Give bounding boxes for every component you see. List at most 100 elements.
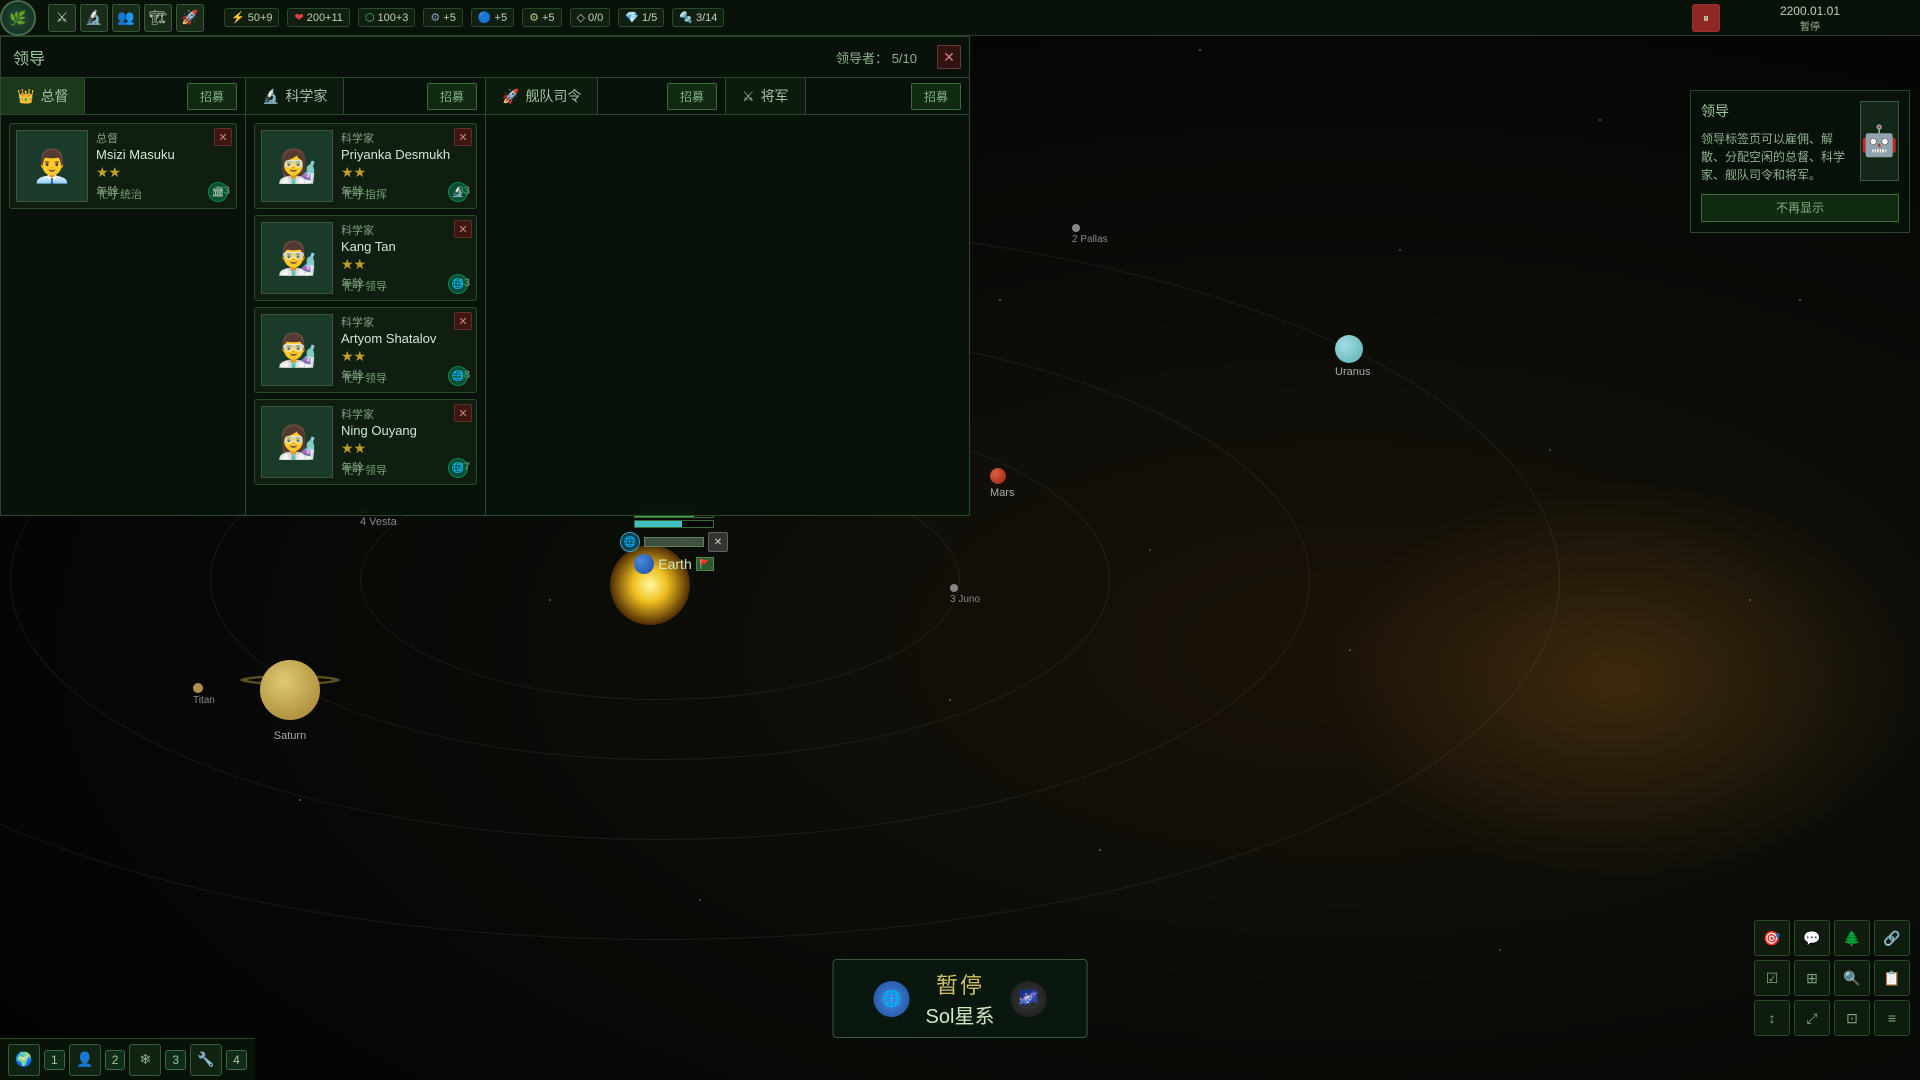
rb-icon-search[interactable]: 🔍 [1834, 960, 1870, 996]
action-icon-4[interactable]: 🏗 [144, 4, 172, 32]
pallas-area: 2 Pallas [1072, 224, 1108, 245]
scientist-close-3[interactable]: ✕ [454, 404, 472, 422]
scientist-section: 👩‍🔬 科学家 Priyanka Desmukh ★★ 年龄 33 ✕ 忙于指挥… [246, 115, 486, 515]
tab-fleet[interactable]: 🚀 舰队司令 [486, 78, 598, 114]
scientist-name-2: Artyom Shatalov [341, 331, 470, 346]
fleet-tab-icon: 🚀 [502, 88, 519, 105]
rb-icon-tree[interactable]: 🌲 [1834, 920, 1870, 956]
unity-value: +5 [495, 12, 508, 24]
rb-icon-expand[interactable]: ⊡ [1834, 1000, 1870, 1036]
rb-icon-chat[interactable]: 💬 [1794, 920, 1830, 956]
leaders-panel: 领导 ✕ 领导者： 5/10 👑 总督 招募 🔬 科学家 招募 🚀 [0, 36, 970, 516]
leaders-count-value: 5/10 [892, 51, 917, 66]
governor-name-0: Msizi Masuku [96, 147, 230, 162]
earth-name[interactable]: Earth [658, 556, 691, 572]
governor-card-0[interactable]: 👨‍💼 总督 Msizi Masuku ★★ 年龄 33 ✕ 忙于统治 🏛 [9, 123, 237, 209]
rb-icon-check[interactable]: ☑ [1754, 960, 1790, 996]
rb-icon-link[interactable]: 🔗 [1874, 920, 1910, 956]
scientist-status-row-1: 忙于领导 🌐 [343, 274, 468, 294]
resource-rare: ◇ 0/0 [570, 8, 611, 27]
empire-icon[interactable]: 🌿 [0, 0, 36, 36]
resource-tech: ⚙ +5 [423, 8, 462, 27]
scientist-close-1[interactable]: ✕ [454, 220, 472, 238]
rb-icon-target[interactable]: 🎯 [1754, 920, 1790, 956]
tab-scientist[interactable]: 🔬 科学家 [246, 78, 344, 114]
governor-portrait-0: 👨‍💼 [16, 130, 88, 202]
rb-icon-clipboard[interactable]: 📋 [1874, 960, 1910, 996]
rb-icon-resize[interactable]: ⤢ [1794, 1000, 1830, 1036]
saturn-planet [260, 660, 320, 720]
earth-action[interactable]: ✕ [708, 532, 728, 552]
rb-icon-grid[interactable]: ⊞ [1794, 960, 1830, 996]
leaders-panel-title: 领导 [13, 45, 45, 69]
scientist-close-2[interactable]: ✕ [454, 312, 472, 330]
pallas-planet [1072, 224, 1080, 232]
fleet-recruit-button[interactable]: 招募 [667, 83, 717, 110]
pause-display-text: 暂停 [936, 968, 984, 1000]
no-show-button[interactable]: 不再显示 [1701, 194, 1899, 222]
bottom-icon-person[interactable]: 👤 [69, 1044, 101, 1076]
mars-area[interactable]: Mars [990, 468, 1014, 499]
uranus-area[interactable]: Uranus [1335, 335, 1370, 378]
scientist-status-icon-3: 🌐 [448, 458, 468, 478]
bottom-left-icons: 🌍 1 👤 2 ❄ 3 🔧 4 [0, 1038, 255, 1080]
governor-status-0: 忙于统治 [98, 186, 142, 202]
rb-icon-arrows[interactable]: ↕ [1754, 1000, 1790, 1036]
pause-button[interactable]: ⏸ [1692, 4, 1720, 32]
rare-value: 0/0 [588, 12, 603, 24]
tab-general[interactable]: ⚔ 将军 [726, 78, 806, 114]
alloy-value: 3/14 [696, 12, 717, 24]
leaders-content: 👨‍💼 总督 Msizi Masuku ★★ 年龄 33 ✕ 忙于统治 🏛 [1, 115, 969, 515]
rb-icon-menu[interactable]: ≡ [1874, 1000, 1910, 1036]
general-recruit-button[interactable]: 招募 [911, 83, 961, 110]
earth-flag: 🚩 [696, 557, 714, 571]
resource-energy: ⚡ 50+9 [224, 8, 279, 27]
action-icon-1[interactable]: ⚔ [48, 4, 76, 32]
scientist-tab-container: 🔬 科学家 招募 [246, 78, 486, 114]
scientist-portrait-1: 👨‍🔬 [261, 222, 333, 294]
general-tab-icon: ⚔ [742, 88, 755, 105]
action-icon-3[interactable]: 👥 [112, 4, 140, 32]
system-globe-icon[interactable]: 🌐 [874, 981, 910, 1017]
fleet-section [486, 115, 728, 515]
earth-shield-fill [635, 521, 682, 527]
saturn-label: Saturn [230, 730, 350, 742]
governor-close-0[interactable]: ✕ [214, 128, 232, 146]
tooltip-text: 领导标签页可以雇佣、解散、分配空闲的总督、科学家、舰队司令和将军。 [1701, 130, 1852, 184]
date-value: 2200.01.01 [1780, 4, 1840, 18]
governor-status-icon-0: 🏛 [208, 182, 228, 202]
rb-row-1: 🎯 💬 🌲 🔗 [1754, 920, 1910, 956]
bottom-tab-1[interactable]: 1 [44, 1050, 65, 1070]
bottom-tab-2[interactable]: 2 [105, 1050, 126, 1070]
bottom-tab-4[interactable]: 4 [226, 1050, 247, 1070]
scientist-recruit-button[interactable]: 招募 [427, 83, 477, 110]
saturn-area[interactable]: Saturn [230, 650, 350, 742]
bottom-icon-globe[interactable]: 🌍 [8, 1044, 40, 1076]
tooltip-robot-icon: 🤖 [1860, 101, 1899, 181]
panel-close-button[interactable]: ✕ [937, 45, 961, 69]
scientist-close-0[interactable]: ✕ [454, 128, 472, 146]
governor-tab-icon: 👑 [17, 88, 34, 105]
scientist-portrait-0: 👩‍🔬 [261, 130, 333, 202]
action-icon-5[interactable]: 🚀 [176, 4, 204, 32]
scientist-card-1[interactable]: 👨‍🔬 科学家 Kang Tan ★★ 年龄 43 ✕ 忙于领导 🌐 [254, 215, 477, 301]
general-tab-container: ⚔ 将军 招募 [726, 78, 969, 114]
scientist-status-icon-2: 🌐 [448, 366, 468, 386]
bottom-tab-3[interactable]: 3 [165, 1050, 186, 1070]
tab-governor[interactable]: 👑 总督 [1, 78, 85, 114]
resource-alloy: 🔩 3/14 [672, 8, 724, 27]
system-map-icon[interactable]: 🌌 [1010, 981, 1046, 1017]
industry-value: +5 [542, 12, 555, 24]
food-value: 100+3 [378, 12, 409, 24]
bottom-icon-snowflake[interactable]: ❄ [129, 1044, 161, 1076]
scientist-status-row-3: 忙于领导 🌐 [343, 458, 468, 478]
resource-crystal: 💎 1/5 [618, 8, 664, 27]
scientist-card-3[interactable]: 👩‍🔬 科学家 Ning Ouyang ★★ 年龄 27 ✕ 忙于领导 🌐 [254, 399, 477, 485]
mars-planet [990, 468, 1006, 484]
bottom-icon-tools[interactable]: 🔧 [190, 1044, 222, 1076]
scientist-card-2[interactable]: 👨‍🔬 科学家 Artyom Shatalov ★★ 年龄 48 ✕ 忙于领导 … [254, 307, 477, 393]
system-bar: 🌐 暂停 Sol星系 🌌 [833, 959, 1088, 1038]
governor-recruit-button[interactable]: 招募 [187, 83, 237, 110]
action-icon-2[interactable]: 🔬 [80, 4, 108, 32]
scientist-card-0[interactable]: 👩‍🔬 科学家 Priyanka Desmukh ★★ 年龄 33 ✕ 忙于指挥… [254, 123, 477, 209]
